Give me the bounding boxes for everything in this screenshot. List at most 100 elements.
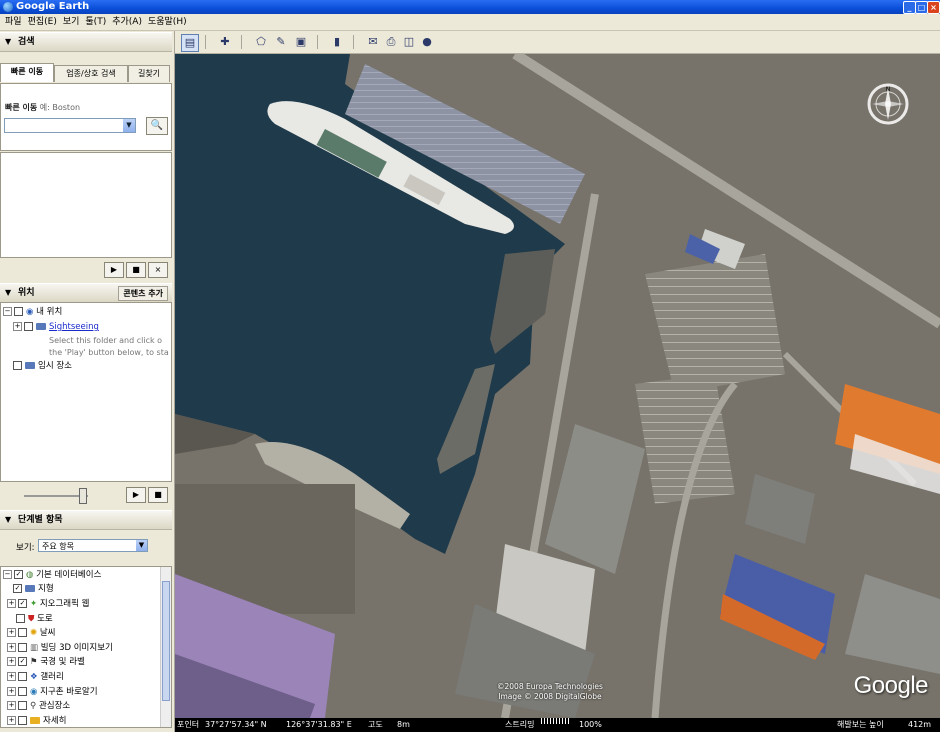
email-icon[interactable]: ✉: [365, 34, 381, 50]
sidebar-toggle-icon[interactable]: ▤: [181, 34, 199, 52]
add-image-overlay-icon[interactable]: ▣: [293, 34, 309, 50]
expand-icon[interactable]: +: [7, 716, 16, 725]
layer-item[interactable]: + ◉ 지구촌 바로알기: [7, 685, 98, 699]
search-form: 빠른 이동 예: Boston ▼ 🔍: [0, 83, 172, 151]
flyto-input[interactable]: ▼: [4, 118, 136, 133]
layer-item[interactable]: + ▥ 빌딩 3D 이미지보기: [7, 641, 113, 655]
menu-bar: 파일 편집(E) 보기 툴(T) 추가(A) 도움말(H): [0, 14, 940, 31]
layer-item[interactable]: + ⚲ 관심장소: [7, 699, 70, 713]
view-label: 보기:: [16, 543, 35, 553]
checkbox[interactable]: [18, 701, 27, 710]
search-results-list[interactable]: [0, 152, 172, 258]
scrollbar-thumb[interactable]: [162, 581, 170, 701]
checkbox[interactable]: ✓: [18, 657, 27, 666]
checkbox[interactable]: [24, 322, 33, 331]
toolbar-separator: [205, 35, 206, 49]
checkbox[interactable]: [13, 361, 22, 370]
expand-icon[interactable]: +: [13, 322, 22, 331]
close-button[interactable]: ×: [927, 1, 940, 14]
expand-icon[interactable]: +: [7, 599, 16, 608]
tab-local-search[interactable]: 업종/상호 검색: [54, 65, 128, 82]
eye-altitude-value: 412m: [908, 720, 932, 729]
title-bar: Google Earth _ □ ×: [0, 0, 940, 14]
collapse-icon[interactable]: −: [3, 570, 12, 579]
stop-tour-button[interactable]: ■: [148, 487, 168, 503]
sky-icon[interactable]: ●: [419, 34, 435, 50]
collapse-arrow-icon[interactable]: ▼: [5, 511, 11, 529]
layer-item[interactable]: − ✓ ◍ 기본 데이터베이스: [3, 568, 101, 582]
layer-item[interactable]: + ✺ 날씨: [7, 626, 55, 640]
places-panel-header[interactable]: ▼ 위치 콘텐츠 추가: [0, 283, 172, 303]
building-icon: ▥: [30, 643, 39, 653]
menu-tools[interactable]: 툴(T): [82, 14, 109, 30]
pointer-latitude: 37°27'57.34" N: [205, 720, 267, 729]
layer-item[interactable]: + ✓ ✦ 지오그래픽 웹: [7, 597, 89, 611]
checkbox[interactable]: [18, 687, 27, 696]
checkbox[interactable]: [18, 628, 27, 637]
layers-panel-header[interactable]: ▼ 단계별 항목: [0, 510, 172, 530]
layer-item[interactable]: ⛊ 도로: [16, 612, 53, 626]
menu-view[interactable]: 보기: [60, 14, 83, 30]
collapse-icon[interactable]: −: [3, 307, 12, 316]
print-icon[interactable]: ⎙: [383, 34, 399, 50]
checkbox[interactable]: [14, 307, 23, 316]
chevron-down-icon[interactable]: ▼: [136, 540, 147, 551]
google-maps-icon[interactable]: ◫: [401, 34, 417, 50]
tab-directions[interactable]: 길찾기: [128, 65, 170, 82]
menu-edit[interactable]: 편집(E): [25, 14, 60, 30]
checkbox[interactable]: [18, 672, 27, 681]
chevron-down-icon[interactable]: ▼: [123, 119, 135, 132]
menu-add[interactable]: 추가(A): [109, 14, 145, 30]
search-button[interactable]: 🔍: [146, 117, 168, 135]
menu-file[interactable]: 파일: [2, 14, 25, 30]
layer-item[interactable]: + 자세히: [7, 714, 66, 727]
add-content-button[interactable]: 콘텐츠 추가: [118, 286, 168, 301]
collapse-arrow-icon[interactable]: ▼: [5, 33, 11, 51]
layer-item[interactable]: + ❖ 갤러리: [7, 670, 64, 684]
expand-icon[interactable]: +: [7, 672, 16, 681]
slider-handle[interactable]: [79, 488, 87, 504]
tree-item-my-places[interactable]: − ◉ 내 위치: [3, 305, 62, 319]
expand-icon[interactable]: +: [7, 628, 16, 637]
search-panel-header[interactable]: ▼ 검색: [0, 32, 172, 52]
sightseeing-description: the 'Play' button below, to sta: [49, 348, 169, 357]
checkbox[interactable]: ✓: [13, 584, 22, 593]
checkbox[interactable]: [18, 716, 27, 725]
toolbar: ▤ ✚ ⬠ ✎ ▣ ▮ ✉ ⎙ ◫ ●: [175, 31, 940, 54]
collapse-arrow-icon[interactable]: ▼: [5, 284, 11, 302]
flag-icon: ⚑: [30, 657, 38, 667]
checkbox[interactable]: [16, 614, 25, 623]
expand-icon[interactable]: +: [7, 701, 16, 710]
stop-button[interactable]: ■: [126, 262, 146, 278]
tree-item-temporary-places[interactable]: 임시 장소: [13, 359, 72, 373]
search-panel-title: 검색: [18, 37, 35, 47]
map-view[interactable]: N ©2008 Europa Technologies Image © 2008…: [175, 54, 940, 718]
menu-help[interactable]: 도움말(H): [145, 14, 190, 30]
google-earth-icon: [3, 2, 13, 12]
play-tour-button[interactable]: ▶: [126, 487, 146, 503]
expand-icon[interactable]: +: [7, 643, 16, 652]
checkbox[interactable]: ✓: [14, 570, 23, 579]
add-placemark-icon[interactable]: ✚: [217, 34, 233, 50]
checkbox[interactable]: ✓: [18, 599, 27, 608]
layer-item[interactable]: ✓ 지형: [13, 582, 54, 596]
expand-icon[interactable]: +: [7, 657, 16, 666]
checkbox[interactable]: [18, 643, 27, 652]
add-path-icon[interactable]: ✎: [273, 34, 289, 50]
add-polygon-icon[interactable]: ⬠: [253, 34, 269, 50]
play-button[interactable]: ▶: [104, 262, 124, 278]
layers-view-select[interactable]: 주요 항목 ▼: [38, 539, 148, 552]
weather-icon: ✺: [30, 628, 38, 638]
search-icon: 🔍: [150, 120, 164, 131]
compass-icon[interactable]: N: [866, 82, 910, 126]
expand-icon[interactable]: +: [7, 687, 16, 696]
layer-item[interactable]: + ✓ ⚑ 국경 및 라벨: [7, 655, 85, 669]
clear-button[interactable]: ×: [148, 262, 168, 278]
tree-item-sightseeing[interactable]: + Sightseeing: [13, 320, 99, 334]
tab-fly-to[interactable]: 빠른 이동: [0, 63, 54, 82]
ruler-icon[interactable]: ▮: [329, 34, 345, 50]
places-panel-title: 위치: [18, 288, 35, 298]
layers-scrollbar[interactable]: [160, 567, 171, 727]
status-bar: 포인터 37°27'57.34" N 126°37'31.83" E 고도 8m…: [175, 718, 940, 732]
folder-icon: [25, 585, 35, 592]
